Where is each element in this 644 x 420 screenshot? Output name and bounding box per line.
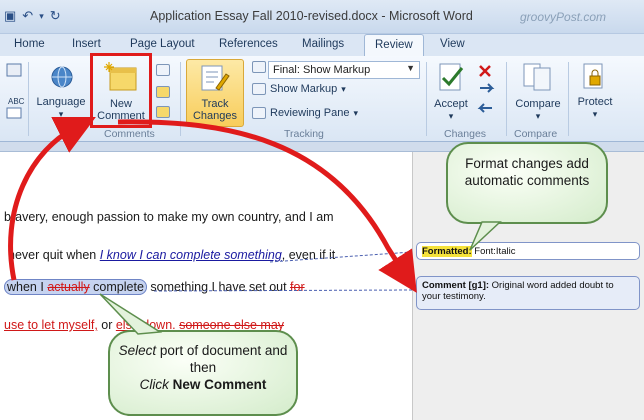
show-markup-label: Show Markup [270,83,338,95]
deleted-text: for [290,280,305,294]
display-for-review-select[interactable]: Final: Show Markup ▼ [268,61,420,79]
separator [180,62,181,136]
window-title: Application Essay Fall 2010-revised.docx… [150,9,473,23]
svg-text:ABC: ABC [8,97,24,106]
callout-click-word: Click [139,377,169,392]
compare-icon[interactable] [522,62,554,92]
display-for-review-value: Final: Show Markup [273,64,371,76]
protect-dropdown-icon[interactable]: ▾ [570,108,620,120]
formatted-text: Font:Italic [471,246,516,257]
comments-group-label: Comments [104,128,155,140]
document-line: when I actually complete something I hav… [4,279,305,295]
formatted-text: I know I can complete something [99,248,282,262]
reviewing-pane-icon [252,107,266,119]
track-changes-label-1: Track [201,98,229,110]
formatting-balloon[interactable]: Formatted: Font:Italic [416,242,640,260]
delete-comment-icon[interactable] [156,64,170,76]
redo-icon[interactable]: ↻ [50,8,61,24]
new-comment-highlight [90,53,152,128]
track-changes-icon [201,65,230,91]
previous-comment-icon[interactable] [156,86,170,98]
accept-button[interactable]: Accept [428,98,474,110]
accept-dropdown-icon[interactable]: ▾ [428,110,474,122]
tab-page-layout[interactable]: Page Layout [130,38,195,50]
selected-text[interactable]: when I actually complete [4,279,147,295]
callout-select-portion: Select port of document and then Click N… [108,330,298,416]
reviewing-pane-dropdown-icon: ▾ [353,107,359,118]
tab-home[interactable]: Home [14,38,45,50]
text-run: , even if it [281,248,336,262]
accept-icon[interactable] [436,62,468,92]
compare-dropdown-icon[interactable]: ▾ [510,110,566,122]
deleted-text: actually [47,280,90,294]
save-icon[interactable]: ▣ [4,8,16,24]
changes-group-label: Changes [444,128,487,140]
tab-references[interactable]: References [219,38,278,50]
text-run: when I [7,280,48,294]
tab-insert[interactable]: Insert [72,38,101,50]
protect-button[interactable]: Protect [570,96,620,108]
protect-icon[interactable] [580,62,608,92]
undo-icon[interactable]: ↶ [22,8,33,24]
text-run: complete [89,280,144,294]
show-markup-button[interactable]: Show Markup ▾ [252,83,346,95]
reviewing-pane-label: Reviewing Pane [270,107,350,119]
track-changes-label-2: Changes [192,110,238,122]
separator [426,62,427,136]
callout-select-word: Select [118,343,157,358]
callout-new-comment: New Comment [172,377,267,392]
language-icon[interactable] [48,64,76,90]
formatted-label: Formatted: [422,246,472,257]
title-bar: ▣ ↶ ▾ ↻ Application Essay Fall 2010-revi… [0,0,644,34]
separator [506,62,507,136]
language-dropdown-icon[interactable]: ▾ [34,108,88,120]
reject-next-previous-icons[interactable] [476,62,500,120]
watermark: groovyPost.com [520,10,607,24]
text-run: never quit when [8,248,100,262]
compare-button[interactable]: Compare [510,98,566,110]
document-line: bravery, enough passion to make my own c… [4,210,334,224]
tracking-group-label: Tracking [284,128,324,140]
document-line: never quit when I know I can complete so… [8,248,335,262]
show-markup-dropdown-icon: ▾ [341,83,346,94]
chevron-down-icon: ▼ [406,63,415,73]
compare-group-label: Compare [514,128,558,140]
next-comment-icon[interactable] [156,106,170,118]
tab-view[interactable]: View [440,38,465,50]
dropdown-icon[interactable]: ▾ [39,11,44,22]
reviewing-pane-button[interactable]: Reviewing Pane ▾ [252,107,358,119]
display-for-review-icon [252,61,266,73]
text-run: or [97,318,116,332]
callout-format-changes: Format changes add automatic comments [446,142,608,224]
comment-label: Comment [g1]: [422,280,490,291]
comment-balloon[interactable]: Comment [g1]: Original word added doubt … [416,276,640,310]
separator [28,62,29,136]
show-markup-icon [252,83,266,95]
proofing-icons[interactable]: ABC [6,62,24,122]
text-run: something I have set out [146,280,291,294]
tab-review[interactable]: Review [364,34,424,56]
quick-access-toolbar: ▣ ↶ ▾ ↻ [4,8,61,24]
separator [568,62,569,136]
inserted-text: use to let myself, [4,318,98,332]
tab-mailings[interactable]: Mailings [302,38,344,50]
callout-text: port of document and then [156,343,288,375]
language-button[interactable]: Language [34,96,88,108]
